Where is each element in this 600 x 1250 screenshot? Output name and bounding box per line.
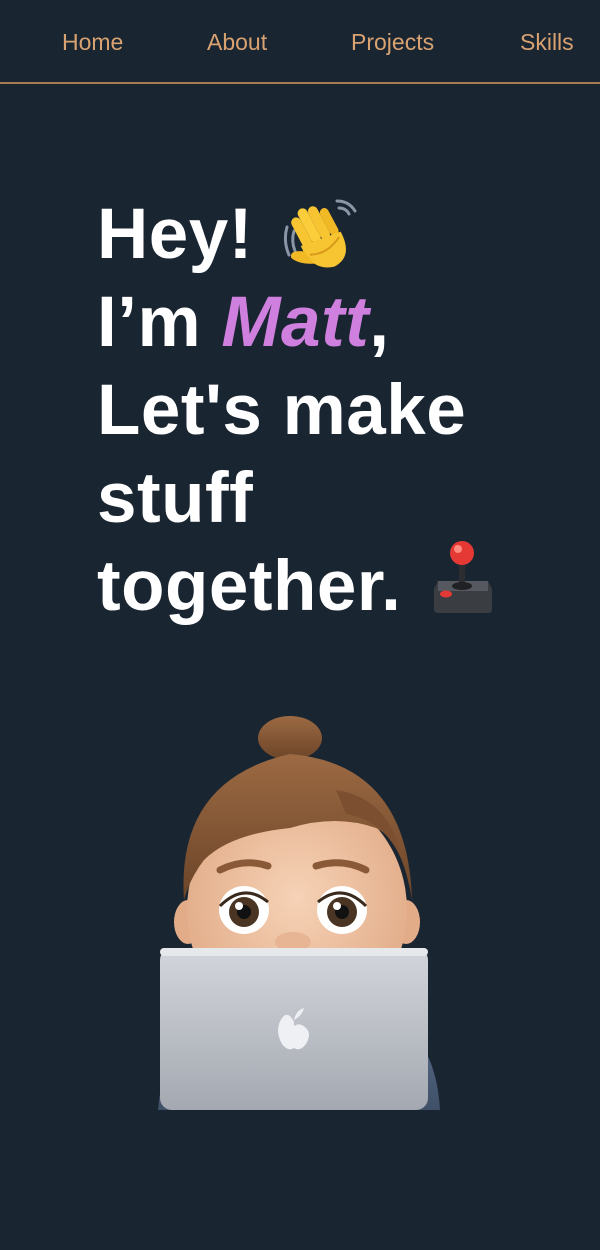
greeting-text: Hey! — [97, 195, 253, 274]
hero-line-3: Let's make — [97, 371, 467, 450]
memoji-laptop-avatar — [140, 710, 460, 1115]
hero-line-greeting: Hey! — [97, 191, 577, 279]
waving-hand-icon — [281, 197, 359, 277]
together-text: together. — [97, 547, 402, 626]
nav-link-home[interactable]: Home — [62, 28, 123, 56]
intro-suffix: , — [369, 283, 390, 362]
hero-line-4: stuff — [97, 459, 254, 538]
intro-prefix: I’m — [97, 283, 222, 362]
nav-link-skills[interactable]: Skills — [520, 28, 574, 56]
nav-link-projects[interactable]: Projects — [351, 28, 434, 56]
name-highlight: Matt — [221, 283, 370, 362]
hero-line-5: together. — [97, 541, 577, 631]
top-nav: Home About Projects Skills — [0, 0, 600, 84]
hero-line-intro: I’m Matt, — [97, 279, 577, 367]
hero-headline: Hey! I’m Matt, Let's make stuff together… — [97, 191, 577, 631]
joystick-icon — [428, 539, 498, 619]
nav-link-about[interactable]: About — [207, 28, 267, 56]
